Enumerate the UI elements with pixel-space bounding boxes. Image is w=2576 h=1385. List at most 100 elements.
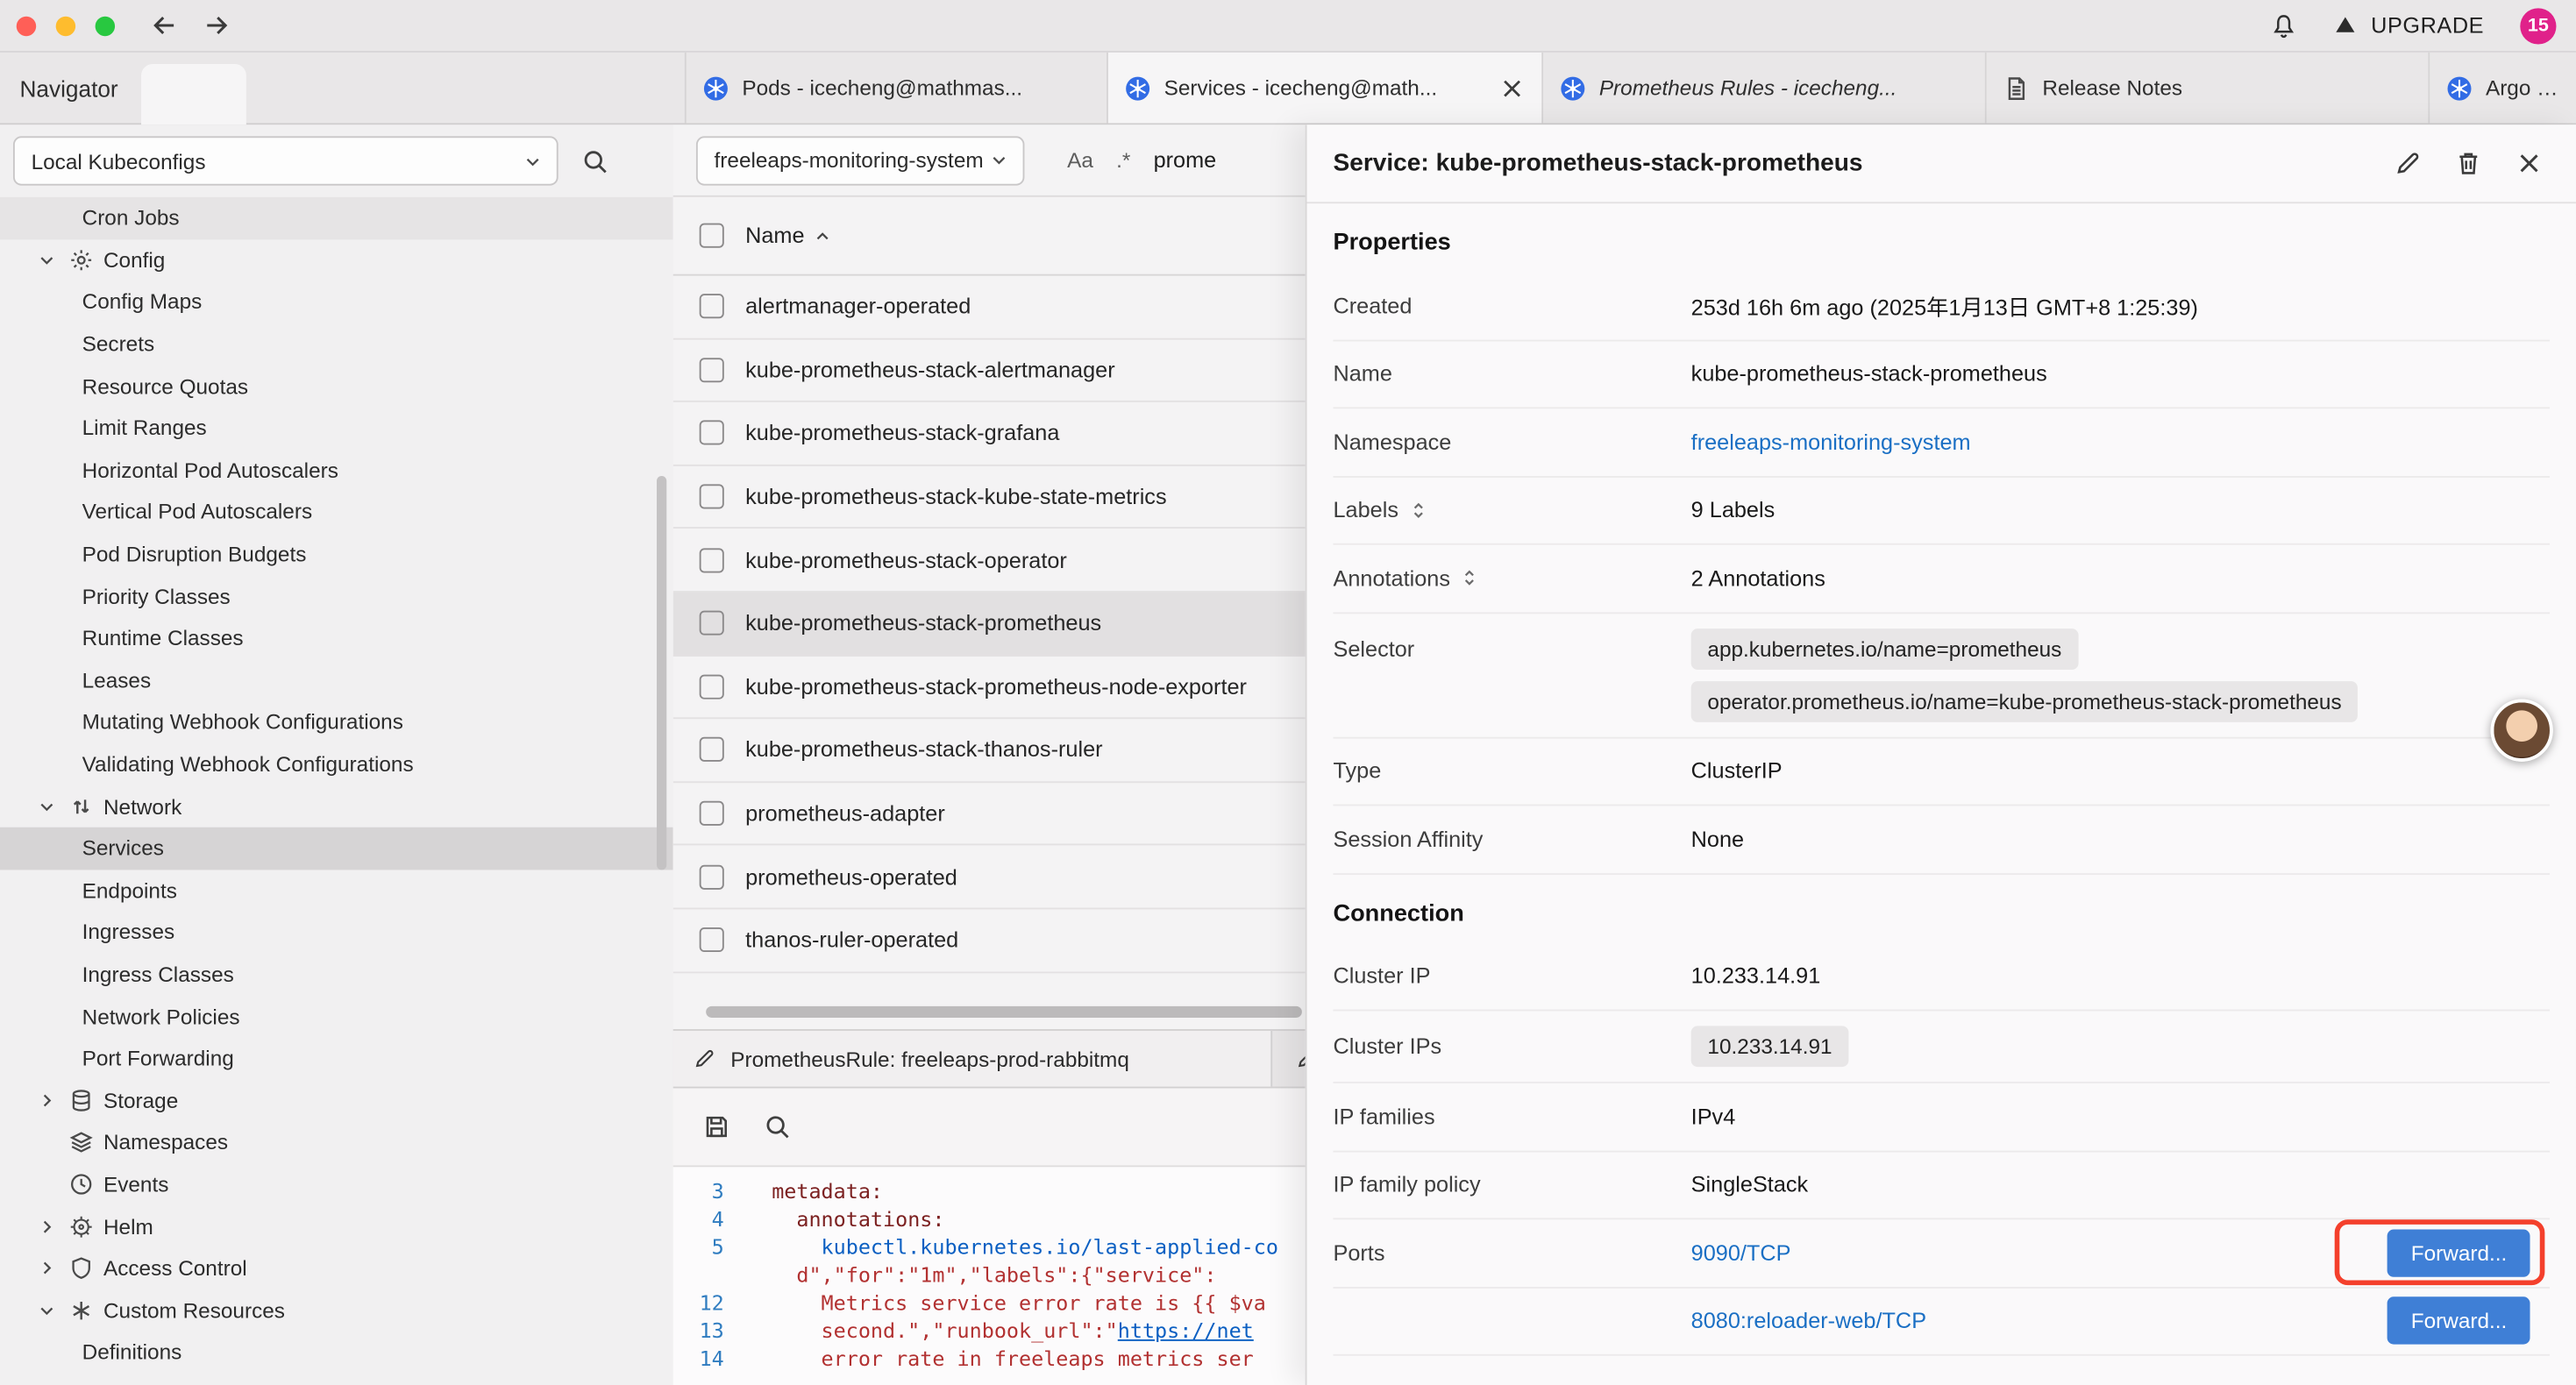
port-link[interactable]: 9090/TCP <box>1691 1240 1791 1265</box>
row-checkbox[interactable] <box>700 611 724 636</box>
chevron-right-icon[interactable] <box>36 1090 68 1111</box>
row-checkbox[interactable] <box>700 421 724 445</box>
forward-icon[interactable] <box>202 11 230 39</box>
sidebar-header: Local Kubeconfigs <box>0 124 673 196</box>
row-checkbox[interactable] <box>700 927 724 952</box>
sidebar-item-ingresses[interactable]: Ingresses <box>0 911 673 953</box>
sidebar-item-ingress-classes[interactable]: Ingress Classes <box>0 953 673 995</box>
bell-icon[interactable] <box>2271 12 2297 39</box>
sidebar-item-config-maps[interactable]: Config Maps <box>0 281 673 323</box>
delete-button[interactable] <box>2454 149 2482 177</box>
regex-toggle[interactable]: .* <box>1116 148 1130 173</box>
sort-toggle-icon[interactable] <box>1460 568 1479 587</box>
tab-prometheus-rules-icecheng[interactable]: Prometheus Rules - icecheng... <box>1543 53 1987 124</box>
row-checkbox[interactable] <box>700 358 724 382</box>
titlebar: UPGRADE 15 <box>0 0 2576 53</box>
kubernetes-icon <box>702 75 729 101</box>
minimize-window-button[interactable] <box>56 16 75 35</box>
sidebar-item-pod-disruption-budgets[interactable]: Pod Disruption Budgets <box>0 533 673 575</box>
sidebar-item-storage[interactable]: Storage <box>0 1079 673 1121</box>
chevron-down-icon[interactable] <box>36 1300 68 1321</box>
detail-row: Selectorapp.kubernetes.io/name=prometheu… <box>1333 613 2550 737</box>
chevron-right-icon[interactable] <box>36 1216 68 1237</box>
row-checkbox[interactable] <box>700 485 724 509</box>
edit-button[interactable] <box>2394 149 2422 177</box>
namespace-link[interactable]: freeleaps-monitoring-system <box>1691 430 1971 454</box>
row-checkbox[interactable] <box>700 738 724 763</box>
sidebar-item-cron-jobs[interactable]: Cron Jobs <box>0 197 673 239</box>
helm-icon <box>69 1214 103 1239</box>
maximize-window-button[interactable] <box>96 16 115 35</box>
sidebar-item-events[interactable]: Events <box>0 1163 673 1205</box>
row-checkbox[interactable] <box>700 548 724 572</box>
sidebar-item-port-forwarding[interactable]: Port Forwarding <box>0 1037 673 1079</box>
sidebar-item-priority-classes[interactable]: Priority Classes <box>0 575 673 617</box>
detail-row: Labels9 Labels <box>1333 477 2550 545</box>
back-icon[interactable] <box>151 11 179 39</box>
kubeconfig-selector[interactable]: Local Kubeconfigs <box>13 136 559 185</box>
row-checkbox[interactable] <box>700 864 724 889</box>
chevron-down-icon[interactable] <box>36 249 68 270</box>
detail-value: 9 Labels <box>1691 477 2550 543</box>
clock-icon <box>69 1172 103 1197</box>
sidebar-item-limit-ranges[interactable]: Limit Ranges <box>0 407 673 449</box>
line-number: 3 <box>673 1177 747 1205</box>
row-checkbox[interactable] <box>700 674 724 699</box>
tab-label: Services - icecheng@math... <box>1164 75 1486 100</box>
forward-button[interactable]: Forward... <box>2388 1297 2530 1345</box>
tab-services-icecheng-math[interactable]: Services - icecheng@math... <box>1108 53 1543 124</box>
sidebar-scrollbar-thumb[interactable] <box>657 476 666 870</box>
tab-argo-s[interactable]: Argo S... <box>2430 53 2576 124</box>
chevron-down-icon[interactable] <box>36 795 68 816</box>
row-checkbox[interactable] <box>700 801 724 826</box>
tab-release-notes[interactable]: Release Notes <box>1987 53 2430 124</box>
sidebar-item-services[interactable]: Services <box>0 827 673 870</box>
row-checkbox[interactable] <box>700 295 724 319</box>
sidebar-item-config[interactable]: Config <box>0 239 673 281</box>
close-panel-button[interactable] <box>2516 149 2544 177</box>
sidebar-item-runtime-classes[interactable]: Runtime Classes <box>0 617 673 659</box>
sidebar-item-endpoints[interactable]: Endpoints <box>0 869 673 911</box>
match-case-toggle[interactable]: Aa <box>1067 148 1093 173</box>
sidebar-item-validating-webhook-configurations[interactable]: Validating Webhook Configurations <box>0 743 673 785</box>
search-icon[interactable] <box>764 1113 792 1141</box>
sidebar-item-network[interactable]: Network <box>0 785 673 827</box>
row-name: kube-prometheus-stack-grafana <box>745 421 1059 445</box>
sidebar-item-network-policies[interactable]: Network Policies <box>0 995 673 1037</box>
save-icon[interactable] <box>702 1113 730 1141</box>
select-all-checkbox[interactable] <box>700 224 724 248</box>
dock-tab-prometheusrule[interactable]: PrometheusRule: freeleaps-prod-rabbitmq <box>673 1031 1272 1087</box>
close-window-button[interactable] <box>17 16 36 35</box>
close-tab-icon[interactable] <box>1499 75 1526 101</box>
sidebar-item-vertical-pod-autoscalers[interactable]: Vertical Pod Autoscalers <box>0 491 673 533</box>
tab-pods-icecheng-mathmas[interactable]: Pods - icecheng@mathmas... <box>687 53 1108 124</box>
sidebar-item-access-control[interactable]: Access Control <box>0 1247 673 1289</box>
port-link[interactable]: 8080:reloader-web/TCP <box>1691 1309 1926 1333</box>
column-header-name[interactable]: Name <box>745 224 832 248</box>
chevron-down-icon <box>988 149 1009 170</box>
horizontal-scrollbar-thumb[interactable] <box>706 1006 1302 1018</box>
upgrade-button[interactable]: UPGRADE <box>2333 13 2484 38</box>
sidebar-item-horizontal-pod-autoscalers[interactable]: Horizontal Pod Autoscalers <box>0 449 673 491</box>
section-title: Connection <box>1333 874 2550 943</box>
sidebar-item-secrets[interactable]: Secrets <box>0 323 673 365</box>
sidebar-item-mutating-webhook-configurations[interactable]: Mutating Webhook Configurations <box>0 701 673 743</box>
forward-button[interactable]: Forward... <box>2388 1229 2530 1276</box>
detail-label: Selector <box>1333 613 1690 660</box>
sidebar-item-resource-quotas[interactable]: Resource Quotas <box>0 365 673 407</box>
search-icon[interactable] <box>581 147 609 175</box>
detail-value: 10.233.14.91 <box>1691 1011 2550 1082</box>
sidebar-item-definitions[interactable]: Definitions <box>0 1332 673 1374</box>
sort-toggle-icon[interactable] <box>1408 501 1427 520</box>
floating-avatar[interactable] <box>2491 700 2553 762</box>
sidebar-item-leases[interactable]: Leases <box>0 659 673 701</box>
chevron-right-icon[interactable] <box>36 1258 68 1279</box>
notification-badge[interactable]: 15 <box>2520 7 2556 43</box>
sidebar-item-custom-resources[interactable]: Custom Resources <box>0 1289 673 1332</box>
sidebar-item-label: Config <box>103 248 165 273</box>
namespace-filter[interactable]: freeleaps-monitoring-system <box>696 135 1024 184</box>
sidebar-item-namespaces[interactable]: Namespaces <box>0 1121 673 1163</box>
detail-label: Labels <box>1333 498 1690 522</box>
search-input[interactable]: prome <box>1154 148 1217 173</box>
sidebar-item-helm[interactable]: Helm <box>0 1205 673 1247</box>
